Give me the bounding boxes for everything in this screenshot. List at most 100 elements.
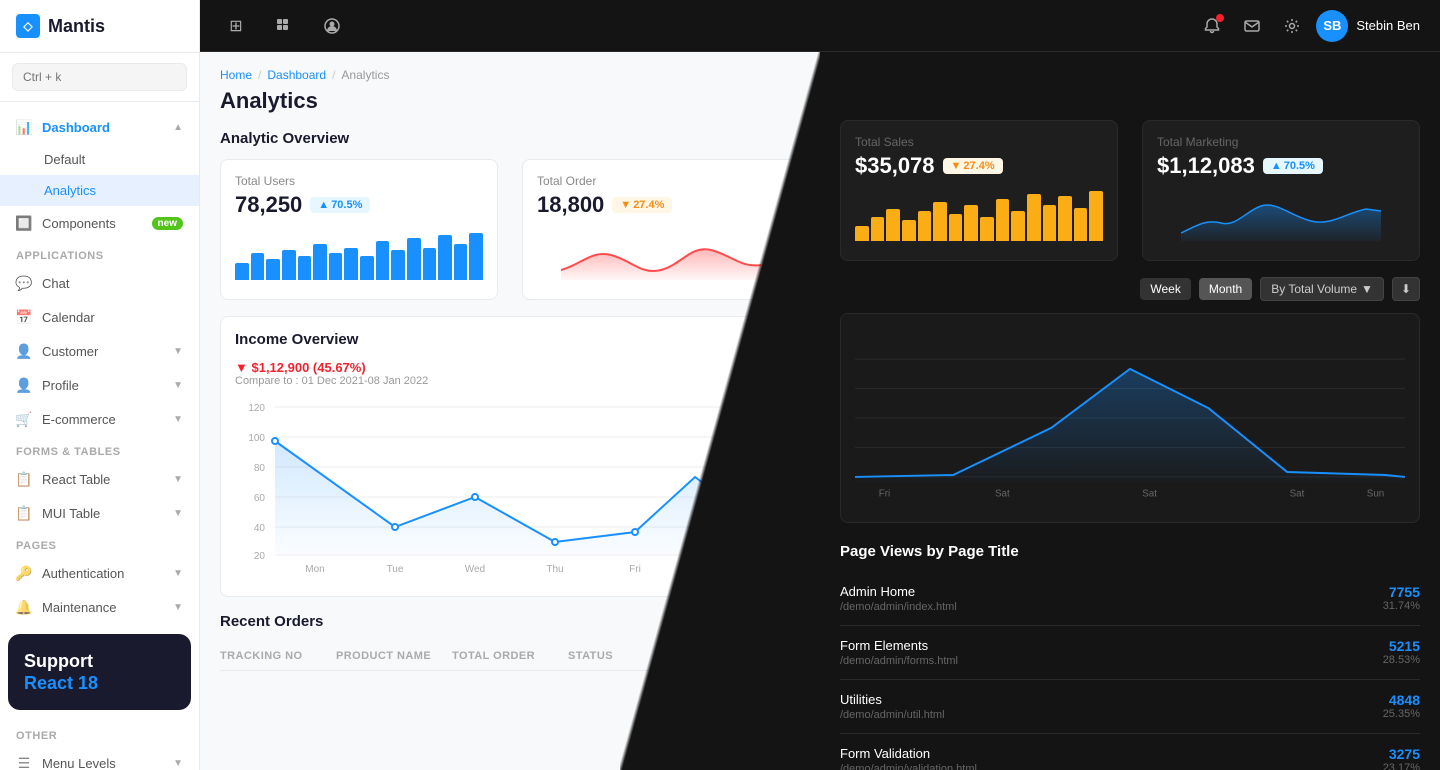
svg-text:Sun: Sun bbox=[1367, 489, 1384, 500]
menu-icon: ☰ bbox=[16, 755, 32, 770]
section-applications: Applications bbox=[0, 240, 199, 266]
recent-orders-title: Recent Orders bbox=[220, 613, 800, 630]
dropdown-arrow-icon: ▼ bbox=[1361, 282, 1373, 296]
download-button[interactable]: ⬇ bbox=[1392, 277, 1420, 301]
section-forms-tables: Forms & Tables bbox=[0, 436, 199, 462]
main-content: ⊞ bbox=[200, 0, 1440, 770]
sidebar-item-label: Dashboard bbox=[42, 120, 110, 135]
sidebar-item-calendar[interactable]: 📅 Calendar bbox=[0, 300, 199, 334]
sidebar-subitem-analytics[interactable]: Analytics bbox=[0, 175, 199, 206]
sidebar-item-components[interactable]: 🔲 Components new bbox=[0, 206, 199, 240]
settings-icon[interactable] bbox=[1276, 10, 1308, 42]
chevron-down-icon: ▼ bbox=[173, 346, 183, 357]
area-chart-orders bbox=[537, 230, 785, 280]
income-overview-card: Income Overview ▼ $1,12,900 (45.67%) Com… bbox=[220, 316, 800, 597]
svg-text:Wed: Wed bbox=[465, 564, 485, 575]
line-chart-container: 120 100 80 60 40 20 Mon Tue Wed Thu bbox=[235, 397, 785, 582]
svg-text:Fri: Fri bbox=[879, 489, 890, 500]
svg-text:Sat: Sat bbox=[687, 564, 702, 575]
svg-text:60: 60 bbox=[254, 493, 266, 504]
sidebar-item-maintenance[interactable]: 🔔 Maintenance ▼ bbox=[0, 590, 199, 624]
sidebar-item-ecommerce[interactable]: 🛒 E-commerce ▼ bbox=[0, 402, 199, 436]
week-button[interactable]: Week bbox=[1140, 278, 1190, 300]
topbar: ⊞ bbox=[200, 0, 1440, 52]
breadcrumb: Home / Dashboard / Analytics bbox=[220, 68, 800, 82]
react-table-icon: 📋 bbox=[16, 471, 32, 487]
mini-chart-users bbox=[235, 230, 483, 280]
stat-label-marketing: Total Marketing bbox=[1157, 135, 1405, 149]
maintenance-icon: 🔔 bbox=[16, 599, 32, 615]
svg-text:100: 100 bbox=[248, 433, 265, 444]
page-views-title: Page Views by Page Title bbox=[840, 543, 1420, 560]
col-status: STATUS bbox=[568, 650, 684, 662]
stat-badge-sales: ▼ 27.4% bbox=[943, 158, 1003, 174]
support-subtitle: React 18 bbox=[24, 673, 175, 694]
profile-icon: 👤 bbox=[16, 377, 32, 393]
stat-label-orders: Total Order bbox=[537, 174, 785, 188]
income-compare: Compare to : 01 Dec 2021-08 Jan 2022 bbox=[235, 375, 428, 387]
customer-icon: 👤 bbox=[16, 343, 32, 359]
sidebar-item-dashboard[interactable]: 📊 Dashboard ▲ bbox=[0, 110, 199, 144]
logo-text: Mantis bbox=[48, 16, 105, 37]
month-button[interactable]: Month bbox=[1199, 278, 1252, 300]
stat-card-orders: Total Order 18,800 ▼ 27.4% bbox=[522, 159, 800, 300]
dark-stat-cards: Total Sales $35,078 ▼ 27.4% bbox=[840, 120, 1420, 261]
stat-badge-users: ▲ 70.5% bbox=[310, 197, 370, 213]
section-pages: Pages bbox=[0, 530, 199, 556]
stat-value-sales: $35,078 bbox=[855, 153, 935, 179]
sidebar-logo[interactable]: ◇ Mantis bbox=[0, 0, 199, 53]
mui-table-icon: 📋 bbox=[16, 505, 32, 521]
dashboard-icon: 📊 bbox=[16, 119, 32, 135]
chevron-down-icon-6: ▼ bbox=[173, 568, 183, 579]
dark-chart-wrapper: Fri Sat Sat Sat Sun bbox=[840, 313, 1420, 523]
user-avatar[interactable]: SB Stebin Ben bbox=[1316, 10, 1420, 42]
breadcrumb-home[interactable]: Home bbox=[220, 68, 252, 82]
panel-dark: Total Sales $35,078 ▼ 27.4% bbox=[820, 52, 1440, 770]
user-circle-icon[interactable] bbox=[316, 10, 348, 42]
arrow-down-icon: ▼ bbox=[620, 199, 631, 211]
stat-value-users: 78,250 bbox=[235, 192, 302, 218]
col-product: PRODUCT NAME bbox=[336, 650, 452, 662]
col-tracking: TRACKING NO bbox=[220, 650, 336, 662]
svg-text:Thu: Thu bbox=[546, 564, 563, 575]
support-banner[interactable]: Support React 18 bbox=[8, 634, 191, 710]
sidebar-subitem-default[interactable]: Default bbox=[0, 144, 199, 175]
search-input[interactable] bbox=[12, 63, 187, 91]
mail-icon[interactable] bbox=[1236, 10, 1268, 42]
panel-light: Home / Dashboard / Analytics Analytics A… bbox=[200, 52, 820, 770]
notification-icon[interactable] bbox=[1196, 10, 1228, 42]
income-controls: Week Month By Total Volume ▼ ⬇ bbox=[840, 277, 1420, 301]
sidebar-item-customer[interactable]: 👤 Customer ▼ bbox=[0, 334, 199, 368]
breadcrumb-dashboard[interactable]: Dashboard bbox=[267, 68, 326, 82]
sidebar-item-authentication[interactable]: 🔑 Authentication ▼ bbox=[0, 556, 199, 590]
stat-cards-row: Total Users 78,250 ▲ 70.5% bbox=[220, 159, 800, 300]
menu-toggle-icon[interactable]: ⊞ bbox=[220, 10, 252, 42]
chevron-down-icon-8: ▼ bbox=[173, 758, 183, 769]
components-icon: 🔲 bbox=[16, 215, 32, 231]
svg-text:Sat: Sat bbox=[1290, 489, 1305, 500]
topbar-right: SB Stebin Ben bbox=[1196, 10, 1420, 42]
volume-button[interactable]: By Total Volume ▼ bbox=[1260, 277, 1384, 301]
sidebar-item-react-table[interactable]: 📋 React Table ▼ bbox=[0, 462, 199, 496]
content-area: Home / Dashboard / Analytics Analytics A… bbox=[200, 52, 1440, 770]
sidebar-item-profile[interactable]: 👤 Profile ▼ bbox=[0, 368, 199, 402]
svg-text:80: 80 bbox=[254, 463, 266, 474]
sidebar-item-menu-levels[interactable]: ☰ Menu Levels ▼ bbox=[0, 746, 199, 770]
pv-item-2: Utilities /demo/admin/util.html 4848 25.… bbox=[840, 680, 1420, 734]
user-name: Stebin Ben bbox=[1356, 18, 1420, 33]
sidebar-item-chat[interactable]: 💬 Chat bbox=[0, 266, 199, 300]
arrow-up-icon-2: ▲ bbox=[1271, 160, 1282, 172]
dark-line-chart: Fri Sat Sat Sat Sun bbox=[855, 328, 1405, 508]
svg-text:Fri: Fri bbox=[629, 564, 641, 575]
apps-icon[interactable] bbox=[268, 10, 300, 42]
chevron-down-icon-4: ▼ bbox=[173, 474, 183, 485]
section-other: Other bbox=[0, 720, 199, 746]
support-title: Support bbox=[24, 650, 175, 673]
svg-text:Mon: Mon bbox=[305, 564, 324, 575]
svg-text:Sat: Sat bbox=[1142, 489, 1157, 500]
sidebar-item-mui-table[interactable]: 📋 MUI Table ▼ bbox=[0, 496, 199, 530]
breadcrumb-current: Analytics bbox=[341, 68, 389, 82]
chevron-down-icon-5: ▼ bbox=[173, 508, 183, 519]
col-total-amount: TOTAL AMOUNT bbox=[684, 650, 800, 662]
arrow-down-icon-2: ▼ bbox=[951, 160, 962, 172]
